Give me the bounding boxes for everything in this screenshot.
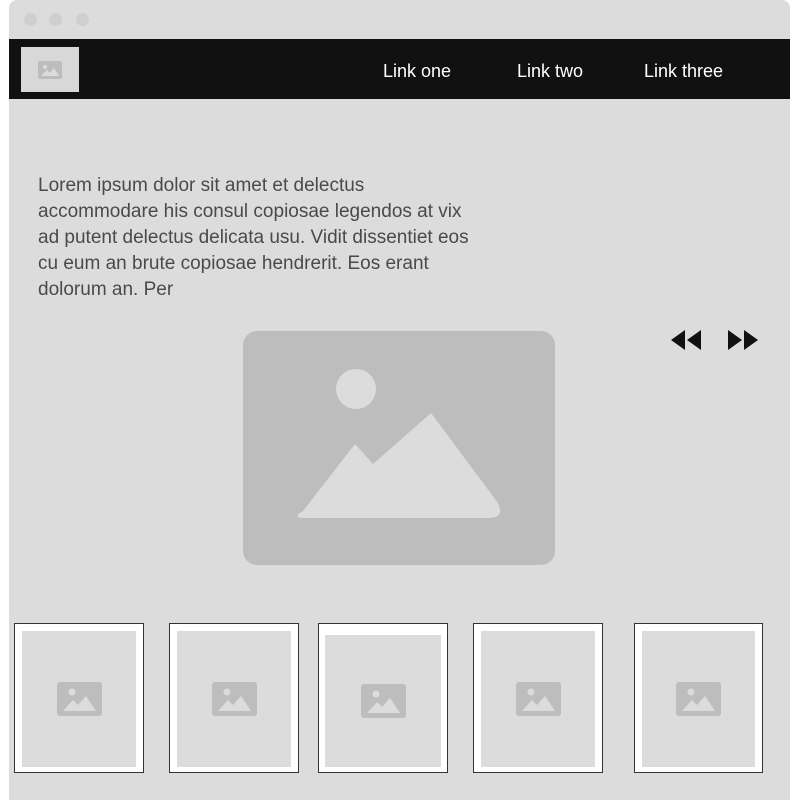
hero-image xyxy=(243,331,555,565)
navbar: Link one Link two Link three xyxy=(9,39,790,99)
nav-link-one[interactable]: Link one xyxy=(383,60,451,82)
fast-forward-icon xyxy=(728,330,758,350)
nav-link-three[interactable]: Link three xyxy=(644,60,723,82)
thumbnail-1[interactable] xyxy=(14,623,144,773)
thumbnail-image xyxy=(177,631,291,767)
thumbnail-2[interactable] xyxy=(169,623,299,773)
image-placeholder-icon xyxy=(297,369,501,518)
window-control-dot[interactable] xyxy=(49,13,62,26)
image-placeholder-icon xyxy=(676,682,721,716)
thumbnail-image xyxy=(481,631,595,767)
thumbnail-image xyxy=(22,631,136,767)
window-control-dot[interactable] xyxy=(24,13,37,26)
image-placeholder-icon xyxy=(56,682,102,716)
thumbnail-image xyxy=(642,631,755,767)
image-placeholder-icon xyxy=(38,60,62,79)
window-control-dot[interactable] xyxy=(76,13,89,26)
window-titlebar xyxy=(9,0,790,39)
rewind-icon xyxy=(671,330,701,350)
thumbnail-4[interactable] xyxy=(473,623,603,773)
thumbnail-image xyxy=(325,635,441,767)
thumbnail-5[interactable] xyxy=(634,623,763,773)
image-placeholder-icon xyxy=(360,684,406,718)
previous-button[interactable] xyxy=(669,328,703,352)
next-button[interactable] xyxy=(726,328,760,352)
nav-link-two[interactable]: Link two xyxy=(517,60,583,82)
image-placeholder-icon xyxy=(211,682,257,716)
thumbnail-3[interactable] xyxy=(318,623,448,773)
intro-text: Lorem ipsum dolor sit amet et delectus a… xyxy=(38,175,469,300)
image-placeholder-icon xyxy=(515,682,561,716)
logo[interactable] xyxy=(21,47,79,92)
browser-window: Link one Link two Link three Lorem ipsum… xyxy=(9,0,790,800)
